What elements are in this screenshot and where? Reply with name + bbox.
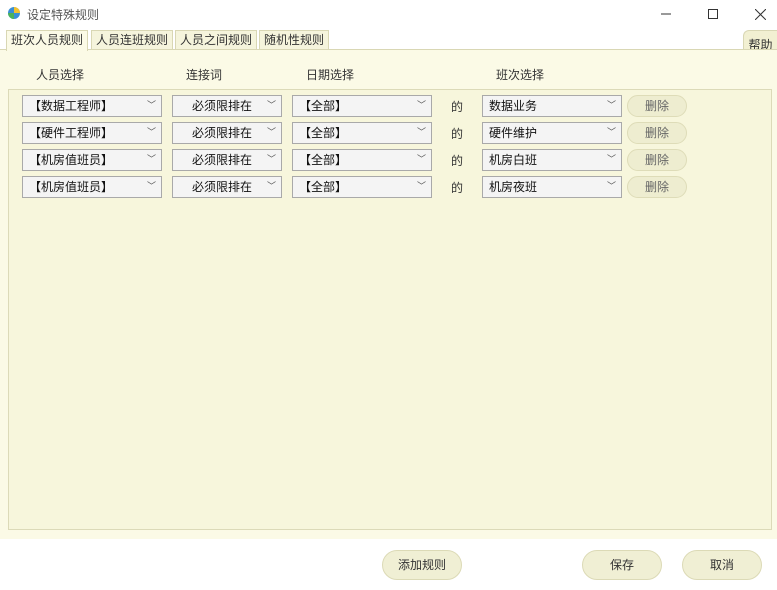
shift-select[interactable]: 硬件维护 ﹀ [482, 122, 622, 144]
column-header-person: 人员选择 [36, 68, 85, 82]
shift-select-value: 数据业务 [489, 99, 538, 113]
chevron-down-icon: ﹀ [266, 101, 276, 111]
shift-select-value: 机房夜班 [489, 180, 538, 194]
person-select[interactable]: 【硬件工程师】 ﹀ [22, 122, 162, 144]
chevron-down-icon: ﹀ [266, 128, 276, 138]
shift-select-value: 机房白班 [489, 153, 538, 167]
column-header-date: 日期选择 [306, 68, 355, 82]
chevron-down-icon: ﹀ [416, 155, 426, 165]
date-select-value: 【全部】 [299, 153, 348, 167]
tab-shift-person-rules[interactable]: 班次人员规则 [6, 30, 89, 51]
rule-row: 【机房值班员】 ﹀ 必须限排在 ﹀ 【全部】 ﹀ 的 机房夜班 ﹀ 删除 [9, 176, 771, 200]
maximize-button[interactable] [690, 0, 736, 28]
connector-select[interactable]: 必须限排在 ﹀ [172, 122, 282, 144]
chevron-down-icon: ﹀ [146, 101, 156, 111]
connector-select[interactable]: 必须限排在 ﹀ [172, 95, 282, 117]
person-select-value: 【机房值班员】 [29, 153, 114, 167]
column-header-connector: 连接词 [186, 68, 223, 82]
date-select[interactable]: 【全部】 ﹀ [292, 149, 432, 171]
tab-between-persons-rules[interactable]: 人员之间规则 [175, 30, 258, 50]
chevron-down-icon: ﹀ [606, 182, 616, 192]
chevron-down-icon: ﹀ [416, 182, 426, 192]
cancel-button[interactable]: 取消 [682, 550, 762, 580]
maximize-icon [708, 9, 718, 19]
rules-panel: 人员选择 连接词 日期选择 班次选择 【数据工程师】 ﹀ 必须限排在 ﹀ 【全部】 ﹀… [0, 49, 777, 539]
rule-row: 【机房值班员】 ﹀ 必须限排在 ﹀ 【全部】 ﹀ 的 机房白班 ﹀ 删除 [9, 149, 771, 173]
of-label: 的 [451, 100, 464, 114]
person-select[interactable]: 【机房值班员】 ﹀ [22, 176, 162, 198]
close-icon [754, 8, 766, 20]
shift-select[interactable]: 机房白班 ﹀ [482, 149, 622, 171]
connector-select-value: 必须限排在 [192, 126, 253, 140]
of-label: 的 [451, 127, 464, 141]
rules-list: 【数据工程师】 ﹀ 必须限排在 ﹀ 【全部】 ﹀ 的 数据业务 ﹀ 删除 【硬件工程师】… [8, 89, 772, 530]
chevron-down-icon: ﹀ [146, 128, 156, 138]
title-bar: 设定特殊规则 [0, 0, 777, 28]
date-select-value: 【全部】 [299, 99, 348, 113]
chevron-down-icon: ﹀ [606, 128, 616, 138]
delete-rule-button[interactable]: 删除 [627, 149, 687, 171]
chevron-down-icon: ﹀ [146, 155, 156, 165]
chevron-down-icon: ﹀ [146, 182, 156, 192]
shift-select-value: 硬件维护 [489, 126, 538, 140]
person-select[interactable]: 【机房值班员】 ﹀ [22, 149, 162, 171]
shift-select[interactable]: 机房夜班 ﹀ [482, 176, 622, 198]
date-select-value: 【全部】 [299, 180, 348, 194]
chevron-down-icon: ﹀ [266, 182, 276, 192]
connector-select[interactable]: 必须限排在 ﹀ [172, 149, 282, 171]
column-header-shift: 班次选择 [496, 68, 545, 82]
connector-select-value: 必须限排在 [192, 99, 253, 113]
person-select-value: 【硬件工程师】 [29, 126, 114, 140]
connector-select[interactable]: 必须限排在 ﹀ [172, 176, 282, 198]
tab-random-rules[interactable]: 随机性规则 [259, 30, 330, 50]
app-logo-icon [8, 7, 20, 19]
person-select[interactable]: 【数据工程师】 ﹀ [22, 95, 162, 117]
minimize-icon [661, 13, 671, 15]
connector-select-value: 必须限排在 [192, 153, 253, 167]
save-button[interactable]: 保存 [582, 550, 662, 580]
close-button[interactable] [737, 0, 777, 28]
tab-person-consecutive-rules[interactable]: 人员连班规则 [91, 30, 174, 50]
chevron-down-icon: ﹀ [416, 101, 426, 111]
window-title: 设定特殊规则 [27, 8, 100, 22]
delete-rule-button[interactable]: 删除 [627, 176, 687, 198]
date-select[interactable]: 【全部】 ﹀ [292, 176, 432, 198]
add-rule-button[interactable]: 添加规则 [382, 550, 462, 580]
date-select[interactable]: 【全部】 ﹀ [292, 95, 432, 117]
shift-select[interactable]: 数据业务 ﹀ [482, 95, 622, 117]
rule-row: 【数据工程师】 ﹀ 必须限排在 ﹀ 【全部】 ﹀ 的 数据业务 ﹀ 删除 [9, 95, 771, 119]
chevron-down-icon: ﹀ [266, 155, 276, 165]
date-select-value: 【全部】 [299, 126, 348, 140]
of-label: 的 [451, 181, 464, 195]
person-select-value: 【机房值班员】 [29, 180, 114, 194]
minimize-button[interactable] [643, 0, 689, 28]
date-select[interactable]: 【全部】 ﹀ [292, 122, 432, 144]
connector-select-value: 必须限排在 [192, 180, 253, 194]
person-select-value: 【数据工程师】 [29, 99, 114, 113]
delete-rule-button[interactable]: 删除 [627, 95, 687, 117]
of-label: 的 [451, 154, 464, 168]
tab-bar: 班次人员规则 人员连班规则 人员之间规则 随机性规则 [0, 30, 777, 51]
delete-rule-button[interactable]: 删除 [627, 122, 687, 144]
chevron-down-icon: ﹀ [416, 128, 426, 138]
chevron-down-icon: ﹀ [606, 101, 616, 111]
chevron-down-icon: ﹀ [606, 155, 616, 165]
rule-row: 【硬件工程师】 ﹀ 必须限排在 ﹀ 【全部】 ﹀ 的 硬件维护 ﹀ 删除 [9, 122, 771, 146]
